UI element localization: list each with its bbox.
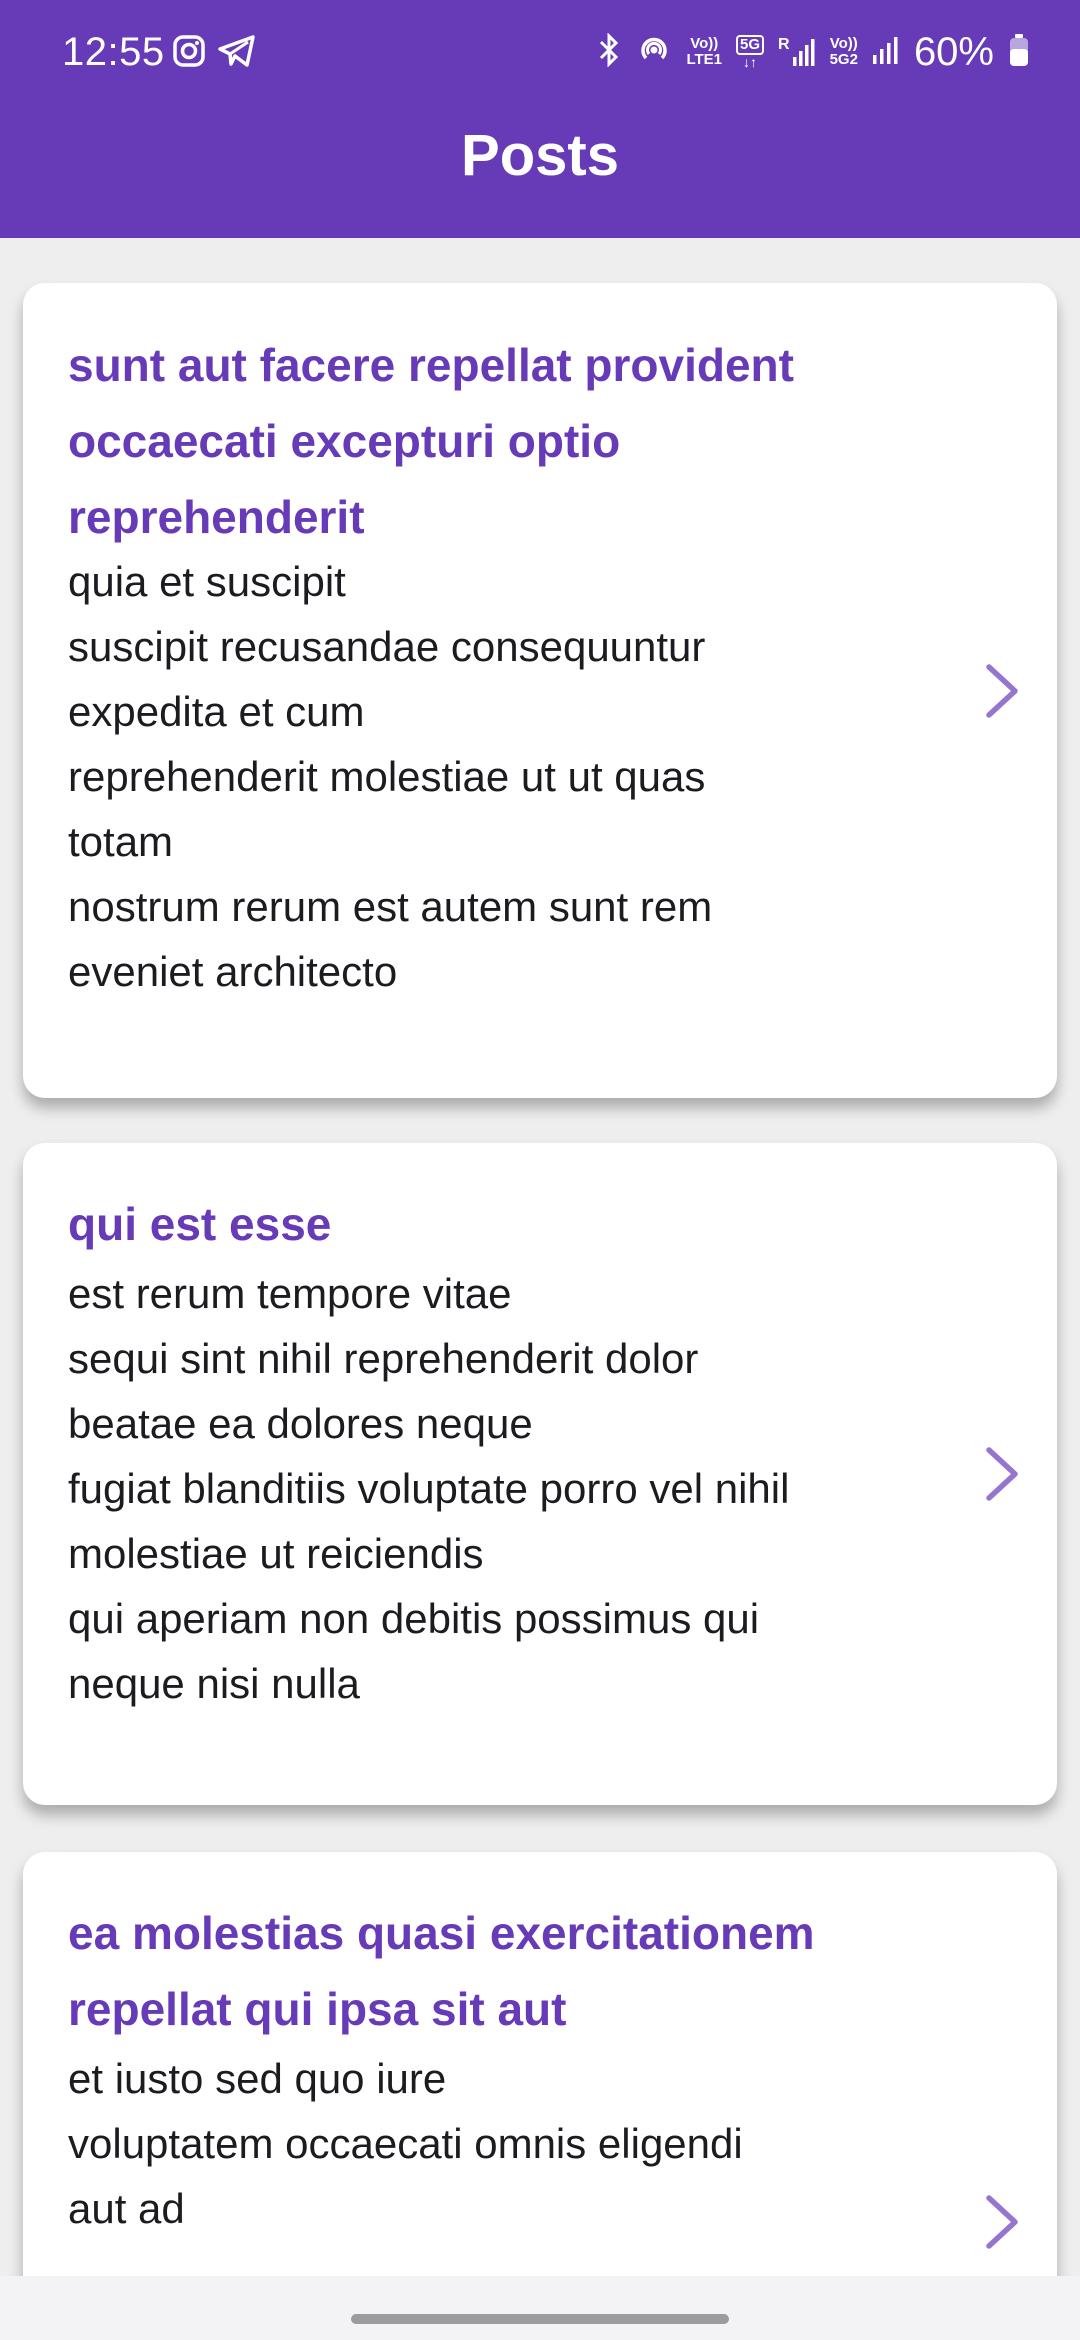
telegram-icon [218, 34, 256, 73]
post-card[interactable]: sunt aut facere repellat provident occae… [23, 283, 1057, 1098]
post-title: sunt aut facere repellat provident occae… [68, 339, 794, 543]
post-card[interactable]: qui est esse est rerum tempore vitae seq… [23, 1143, 1057, 1805]
status-bar: 12:55 Vo)) LTE1 5G ↓↑ R Vo)) 5G2 60% [0, 0, 1080, 104]
home-indicator[interactable] [351, 2314, 729, 2324]
post-body: quia et suscipit suscipit recusandae con… [68, 558, 713, 995]
volte-lte1-icon: Vo)) LTE1 [686, 36, 722, 68]
volte2-bottom-label: 5G2 [829, 51, 858, 68]
fiveg-label: 5G [736, 35, 765, 55]
app-bar: 12:55 Vo)) LTE1 5G ↓↑ R Vo)) 5G2 60% Pos… [0, 0, 1080, 238]
system-nav-area [0, 2276, 1080, 2340]
signal-icon [872, 35, 900, 70]
chevron-right-icon[interactable] [981, 661, 1023, 721]
volte2-top-label: Vo)) [829, 35, 858, 52]
post-body: est rerum tempore vitae sequi sint nihil… [68, 1270, 790, 1707]
5g-icon: 5G ↓↑ [736, 35, 765, 69]
status-right-icons: Vo)) LTE1 5G ↓↑ R Vo)) 5G2 60% [596, 26, 1030, 78]
signal-r-icon: R [778, 37, 816, 67]
post-title: ea molestias quasi exercitationem repell… [68, 1907, 815, 2035]
status-time: 12:55 [62, 30, 165, 74]
bluetooth-icon [596, 31, 622, 72]
post-body: et iusto sed quo iure voluptatem occaeca… [68, 2055, 743, 2232]
roaming-label: R [778, 36, 790, 53]
volte-5g2-icon: Vo)) 5G2 [830, 36, 858, 68]
status-left-icons [172, 34, 256, 73]
volte1-bottom-label: LTE1 [686, 51, 722, 68]
page-title: Posts [461, 123, 619, 188]
volte1-top-label: Vo)) [690, 35, 719, 52]
posts-list[interactable]: sunt aut facere repellat provident occae… [0, 238, 1080, 2276]
chevron-right-icon[interactable] [981, 1444, 1023, 1504]
instagram-icon [172, 34, 206, 73]
hotspot-icon [636, 32, 672, 73]
post-title: qui est esse [68, 1198, 332, 1250]
post-card[interactable]: ea molestias quasi exercitationem repell… [23, 1852, 1057, 2276]
battery-icon [1008, 32, 1030, 73]
chevron-right-icon[interactable] [981, 2192, 1023, 2252]
battery-percent: 60% [913, 30, 994, 74]
